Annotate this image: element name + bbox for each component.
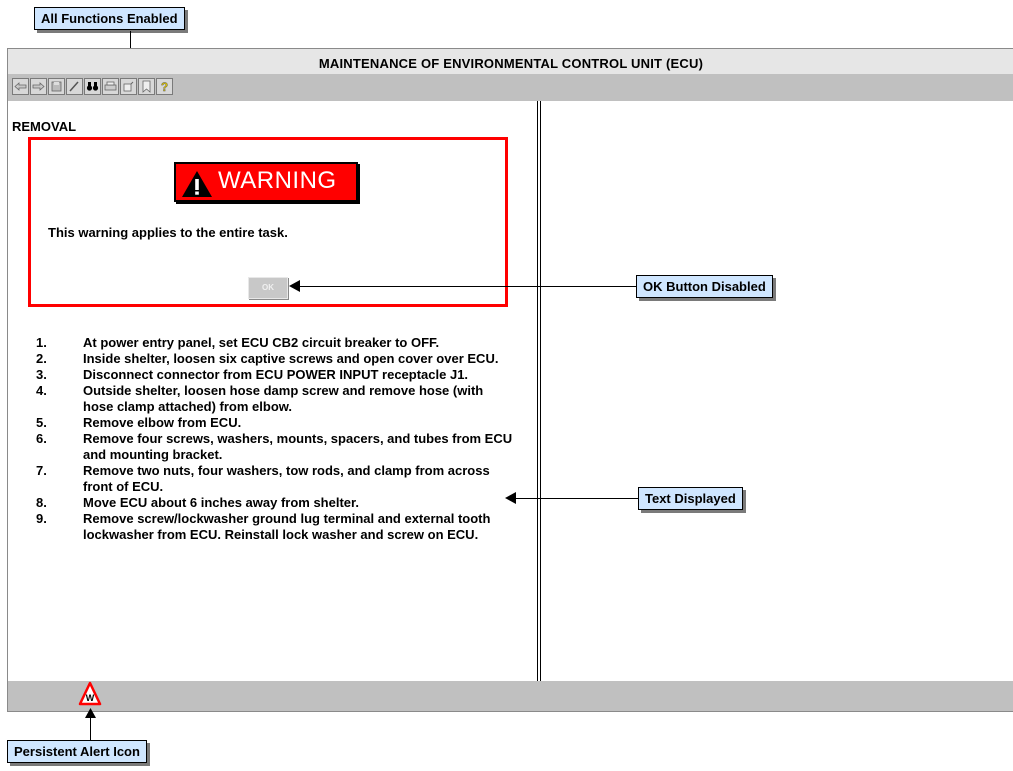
list-item: 1. At power entry panel, set ECU CB2 circ… bbox=[36, 335, 440, 350]
ietm-window: MAINTENANCE OF ENVIRONMENTAL CONTROL UNI… bbox=[7, 48, 1013, 712]
save-icon[interactable] bbox=[48, 78, 65, 95]
list-item: 4. Outside shelter, loosen hose damp scre… bbox=[36, 383, 484, 414]
warning-banner: WARNING bbox=[174, 162, 358, 202]
callout-arrow bbox=[300, 286, 637, 287]
warning-triangle-icon bbox=[182, 171, 212, 197]
toolbar: ? bbox=[8, 74, 1013, 101]
callout-arrow bbox=[516, 498, 639, 499]
warning-label: WARNING bbox=[218, 167, 337, 194]
callout-all-functions-enabled: All Functions Enabled bbox=[34, 7, 185, 30]
section-heading: REMOVAL bbox=[12, 119, 77, 134]
ok-button[interactable]: OK bbox=[248, 277, 288, 299]
status-bar bbox=[8, 681, 1013, 711]
warning-alert-icon[interactable]: W bbox=[78, 681, 102, 707]
svg-text:?: ? bbox=[161, 80, 168, 94]
back-arrow-icon[interactable] bbox=[12, 78, 29, 95]
callout-ok-button-disabled: OK Button Disabled bbox=[636, 275, 773, 298]
warning-dialog: WARNING This warning applies to the enti… bbox=[28, 137, 508, 307]
list-item: 5. Remove elbow from ECU. bbox=[36, 415, 242, 430]
list-item: 8. Move ECU about 6 inches away from shel… bbox=[36, 495, 359, 510]
arrow-head-icon bbox=[289, 280, 300, 292]
bookmark-icon[interactable] bbox=[138, 78, 155, 95]
print-icon[interactable] bbox=[102, 78, 119, 95]
window-title: MAINTENANCE OF ENVIRONMENTAL CONTROL UNI… bbox=[8, 49, 1013, 74]
callout-persistent-alert-icon: Persistent Alert Icon bbox=[7, 740, 147, 763]
callout-arrow bbox=[90, 716, 91, 741]
arrow-head-icon bbox=[505, 492, 516, 504]
alert-letter: W bbox=[86, 693, 95, 703]
list-item: 7. Remove two nuts, four washers, tow rod… bbox=[36, 463, 490, 494]
list-item: 6. Remove four screws, washers, mounts, s… bbox=[36, 431, 513, 462]
list-item: 2. Inside shelter, loosen six captive scr… bbox=[36, 351, 499, 366]
help-icon[interactable]: ? bbox=[156, 78, 173, 95]
list-item: 3. Disconnect connector from ECU POWER IN… bbox=[36, 367, 469, 382]
pane-divider[interactable] bbox=[537, 101, 541, 681]
edit-icon[interactable] bbox=[66, 78, 83, 95]
list-item: 9. Remove screw/lockwasher ground lug ter… bbox=[36, 511, 491, 542]
callout-text-displayed: Text Displayed bbox=[638, 487, 743, 510]
removal-steps: 1. At power entry panel, set ECU CB2 circ… bbox=[36, 335, 516, 543]
note-icon[interactable] bbox=[120, 78, 137, 95]
forward-arrow-icon[interactable] bbox=[30, 78, 47, 95]
binoculars-icon[interactable] bbox=[84, 78, 101, 95]
warning-message: This warning applies to the entire task. bbox=[48, 225, 288, 240]
